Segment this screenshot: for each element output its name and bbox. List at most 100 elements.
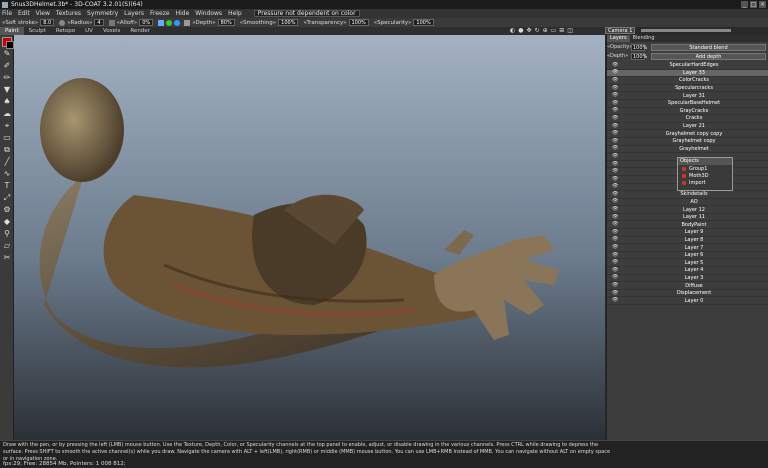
tab-uv[interactable]: UV	[80, 27, 98, 35]
rotate-icon[interactable]: ↻	[535, 27, 540, 34]
eye-icon[interactable]: 👁	[612, 298, 620, 303]
soft-stroke-field[interactable]: 8.0	[40, 19, 55, 26]
menu-symmetry[interactable]: Symmetry	[87, 10, 118, 17]
channel-green-icon[interactable]	[166, 19, 173, 26]
brush-icon[interactable]: ✎	[2, 49, 12, 58]
fill-icon[interactable]: ▼	[2, 85, 12, 94]
eye-icon[interactable]: 👁	[612, 199, 620, 204]
layer-row[interactable]: 👁 Layer 5	[607, 259, 768, 268]
transparency-field[interactable]: 100%	[348, 19, 369, 26]
layer-row[interactable]: 👁 SpecularHardEdges	[607, 62, 768, 70]
transform-icon[interactable]: ⤢	[2, 193, 12, 202]
layer-row[interactable]: 👁 BodyPaint	[607, 221, 768, 230]
layer-row[interactable]: 👁 Grayhelmet copy copy	[607, 130, 768, 138]
eye-icon[interactable]: 👁	[612, 260, 620, 265]
eye-icon[interactable]: 👁	[612, 161, 620, 167]
layer-row[interactable]: 👁 Layer 6	[607, 252, 768, 260]
eye-icon[interactable]: 👁	[612, 100, 620, 106]
menu-help[interactable]: Help	[228, 10, 242, 17]
stamp-icon[interactable]: ♠	[2, 97, 12, 106]
layer-row[interactable]: 👁 Layer 0	[607, 297, 768, 305]
depth-field[interactable]: 80%	[217, 19, 235, 26]
tab-sculpt[interactable]: Sculpt	[24, 27, 51, 35]
tab-layers[interactable]: Layers	[607, 35, 630, 42]
line-icon[interactable]: ╱	[2, 157, 12, 166]
eye-icon[interactable]: 👁	[612, 252, 620, 258]
eye-icon[interactable]: 👁	[612, 70, 620, 75]
eye-icon[interactable]: 👁	[612, 85, 620, 91]
layer-depth-field[interactable]: 100%	[631, 52, 647, 60]
smudge-icon[interactable]: ☁	[2, 109, 12, 118]
eye-icon[interactable]: 👁	[612, 207, 620, 212]
eye-icon[interactable]: 👁	[612, 131, 620, 136]
eye-icon[interactable]: 👁	[612, 169, 620, 174]
copy-icon[interactable]: ⧉	[2, 145, 12, 154]
eye-icon[interactable]: 👁	[612, 290, 620, 296]
channel-blue-icon[interactable]	[174, 19, 181, 26]
camera-dropdown[interactable]: Camera 1	[605, 27, 636, 34]
eye-icon[interactable]: 👁	[612, 184, 620, 189]
menu-hide[interactable]: Hide	[176, 10, 190, 17]
color-swatch[interactable]	[2, 37, 14, 49]
tab-blending[interactable]: Blending	[630, 35, 658, 42]
symmetry-icon[interactable]: ◫	[567, 27, 573, 34]
menu-edit[interactable]: Edit	[18, 10, 30, 17]
layer-row[interactable]: 👁 Layer 12	[607, 206, 768, 214]
alloff-field[interactable]: 0%	[139, 19, 154, 26]
eye-icon[interactable]: 👁	[612, 214, 620, 220]
eye-icon[interactable]: 👁	[612, 245, 620, 250]
menu-textures[interactable]: Textures	[56, 10, 81, 17]
paint-bucket-icon[interactable]: ◆	[2, 217, 12, 226]
layer-row[interactable]: 👁 ColorCracks	[607, 77, 768, 85]
radius-field[interactable]: 4	[94, 19, 104, 26]
object-row[interactable]: Import	[678, 179, 732, 186]
3d-viewport[interactable]	[14, 35, 605, 440]
tab-retopo[interactable]: Retopo	[51, 27, 80, 35]
layer-row[interactable]: 👁 Layer 11	[607, 214, 768, 222]
menu-freeze[interactable]: Freeze	[150, 10, 170, 17]
eye-icon[interactable]: 👁	[612, 191, 620, 197]
eye-icon[interactable]: 👁	[612, 176, 620, 182]
eye-icon[interactable]: 👁	[612, 283, 620, 288]
scale-icon[interactable]: ▱	[2, 241, 12, 250]
maximize-icon[interactable]: □	[750, 1, 757, 8]
menu-layers[interactable]: Layers	[124, 10, 144, 17]
needle-icon[interactable]: ⚲	[2, 229, 12, 238]
layer-row[interactable]: 👁 GrayCracks	[607, 108, 768, 116]
menu-windows[interactable]: Windows	[195, 10, 222, 17]
airbrush-icon[interactable]: ✐	[2, 61, 12, 70]
layer-row[interactable]: 👁 Displacement	[607, 290, 768, 298]
layer-row[interactable]: 👁 Skindetails	[607, 191, 768, 199]
layer-row[interactable]: 👁 Layer 33	[607, 69, 768, 78]
eraser-icon[interactable]: ▭	[2, 133, 12, 142]
camera-slider[interactable]	[641, 29, 732, 32]
tab-voxels[interactable]: Voxels	[98, 27, 125, 35]
smoothing-field[interactable]: 100%	[278, 19, 299, 26]
minimize-icon[interactable]: _	[741, 1, 748, 8]
layer-row[interactable]: 👁 Grayhelmet	[607, 146, 768, 154]
eye-icon[interactable]: 👁	[612, 153, 620, 159]
layer-row[interactable]: 👁 Diffuse	[607, 282, 768, 290]
grid-icon[interactable]: ⊞	[559, 27, 564, 34]
sphere-icon[interactable]: ●	[518, 27, 523, 34]
fit-icon[interactable]: ▭	[551, 27, 557, 34]
eye-icon[interactable]: 👁	[612, 146, 620, 151]
zoom-icon[interactable]: ⊕	[543, 27, 548, 34]
layer-row[interactable]: 👁 AO	[607, 199, 768, 207]
close-icon[interactable]: ×	[759, 1, 766, 8]
text-icon[interactable]: T	[2, 181, 12, 190]
pan-icon[interactable]: ✥	[527, 27, 532, 34]
layer-row[interactable]: 👁 Layer 7	[607, 244, 768, 252]
eye-icon[interactable]: 👁	[612, 229, 620, 235]
channel-x-icon[interactable]	[158, 19, 165, 26]
eye-icon[interactable]: 👁	[612, 77, 620, 83]
opacity-field[interactable]: 100%	[631, 43, 647, 51]
layer-row[interactable]: 👁 SpecularBaseHelmet	[607, 100, 768, 108]
eye-icon[interactable]: 👁	[612, 62, 620, 68]
picker-icon[interactable]: ⌖	[2, 121, 12, 130]
layer-row[interactable]: 👁 Grayhelmet copy	[607, 138, 768, 146]
scissors-icon[interactable]: ✂	[2, 253, 12, 262]
object-row[interactable]: Moth3D	[678, 172, 732, 179]
menu-file[interactable]: File	[2, 10, 12, 17]
gear-icon[interactable]: ⚙	[2, 205, 12, 214]
